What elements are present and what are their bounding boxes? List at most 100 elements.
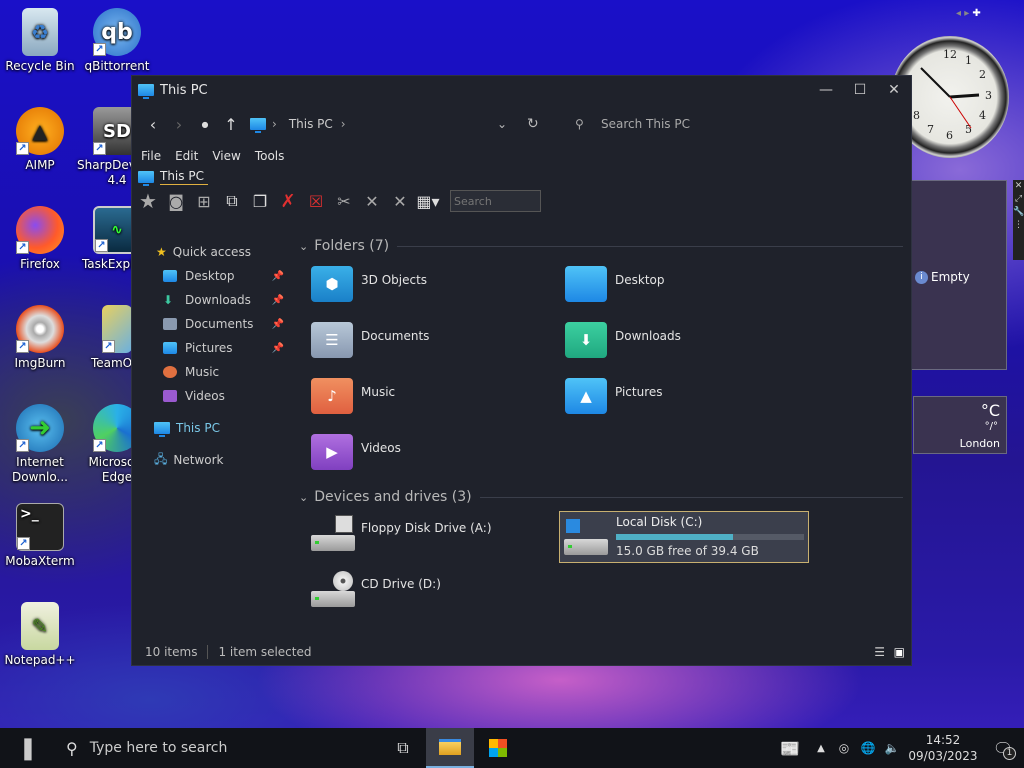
recycle-bin-icon: ♻ [22,8,58,56]
explorer-window[interactable]: This PC — ☐ ✕ ‹ › ● ↑ › This PC › ⌄ ↻ ⚲ … [131,75,912,666]
taskbar-time: 14:52 [925,733,961,747]
floppy-drive-icon [311,515,355,551]
delete-window-icon[interactable]: ☒ [304,190,328,212]
favorite-star-icon[interactable]: ★ [136,189,160,213]
menu-edit[interactable]: Edit [175,149,198,163]
taskbar-clock[interactable]: 14:52 09/03/2023 [904,728,982,768]
sidebar-item-pictures[interactable]: Pictures 📌 [132,336,292,360]
search-input[interactable]: Search This PC [601,117,690,131]
content-pane: ⌄ Folders (7) ⬢ 3D Objects Desktop ☰ Doc… [295,234,911,639]
pictures-icon [163,342,177,354]
shortcut-arrow-icon: ↗ [17,537,30,550]
remove-icon[interactable]: ✕ [388,190,412,212]
disk-icon[interactable]: ◙ [164,190,188,212]
chevron-down-icon[interactable]: ⌄ [497,117,507,131]
title-bar[interactable]: This PC — ☐ ✕ [132,76,911,104]
drive-floppy-a[interactable]: Floppy Disk Drive (A:) [311,515,492,551]
large-icons-view-icon[interactable]: ▣ [894,645,905,659]
taskbar: ❚ ⚲ Type here to search ⧉ 📰 ▲ ◎ 🌐 🔈 14:5… [0,728,1024,768]
menu-view[interactable]: View [212,149,240,163]
drive-local-c[interactable]: Local Disk (C:) 15.0 GB free of 39.4 GB [559,511,809,563]
minimize-button[interactable]: — [809,76,843,104]
weather-city: London [959,437,1000,450]
sidebar-quick-access[interactable]: ★ Quick access [132,240,292,264]
folders-group-header[interactable]: ⌄ Folders (7) [295,234,911,258]
sidebar-item-downloads[interactable]: ⬇ Downloads 📌 [132,288,292,312]
location-tab[interactable]: This PC [132,168,911,186]
refresh-icon[interactable]: ↻ [527,116,539,132]
taskbar-search[interactable]: ⚲ Type here to search [56,728,376,768]
task-view-icon: ⧉ [397,738,409,757]
status-bar: 10 items 1 item selected ☰ ▣ [132,639,911,665]
rename-icon[interactable]: ✕ [360,190,384,212]
view-options-icon[interactable]: ▦▾ [416,190,440,212]
forward-arrow-icon[interactable]: › [166,115,192,134]
desktop-icon-imgburn[interactable]: ↗ ImgBurn [0,305,80,371]
folder-documents[interactable]: ☰ Documents [311,322,551,366]
close-button[interactable]: ✕ [877,76,911,104]
desktop-icon-aimp[interactable]: ▲ ↗ AIMP [0,107,80,173]
navigation-pane: ★ Quick access Desktop 📌 ⬇ Downloads 📌 D… [132,240,292,639]
store-icon [489,739,507,757]
taskbar-store[interactable] [474,728,522,768]
pin-icon[interactable]: 📌 [272,319,284,330]
task-view-button[interactable]: ⧉ [380,728,426,768]
folder-music[interactable]: ♪ Music [311,378,551,422]
start-button[interactable]: ❚ [0,728,56,768]
tray-volume-muted-icon[interactable]: 🔈 [880,728,904,768]
folder-pictures[interactable]: ▲ Pictures [565,378,805,422]
sidebar-item-documents[interactable]: Documents 📌 [132,312,292,336]
windows-icon[interactable]: ⊞ [192,190,216,212]
local-disk-icon [564,519,608,555]
folder-desktop[interactable]: Desktop [565,266,805,310]
cd-drive-icon [311,571,355,607]
taskbar-file-explorer[interactable] [426,728,474,768]
chevron-down-icon: ⌄ [299,239,309,253]
menu-tools[interactable]: Tools [255,149,285,163]
gadget-nav-arrows[interactable]: ◂ ▸ ✚ [956,8,981,19]
sidebar-item-music[interactable]: Music [132,360,292,384]
sidebar-item-videos[interactable]: Videos [132,384,292,408]
teamo-icon: ↗ [102,305,132,353]
show-hidden-icons-button[interactable]: ▲ [810,728,832,768]
desktop-icon-internet-download[interactable]: ➜ ↗ Internet Downlo... [0,404,80,485]
tray-network-icon[interactable]: 🌐 [856,728,880,768]
up-arrow-icon[interactable]: ↑ [218,115,244,134]
feed-gadget[interactable]: i Empty [908,180,1007,370]
weather-gadget[interactable]: °C °/° London [913,396,1007,454]
notification-center-button[interactable]: 🗨 1 [982,728,1024,768]
status-item-count: 10 items [145,645,198,659]
folder-downloads[interactable]: ⬇ Downloads [565,322,805,366]
address-path[interactable]: This PC [289,117,333,131]
desktop-icon-notepadpp[interactable]: ✎ Notepad++ [0,602,80,668]
gadget-toolbar[interactable]: ✕ ⤢ 🔧 ⋮ [1013,180,1024,260]
recent-dot-icon[interactable]: ● [192,120,218,129]
folder-videos[interactable]: ▶ Videos [311,434,551,478]
details-view-icon[interactable]: ☰ [874,645,885,659]
sidebar-item-desktop[interactable]: Desktop 📌 [132,264,292,288]
this-pc-icon [154,422,170,437]
copy-icon[interactable]: ❐ [248,190,272,212]
sidebar-item-network[interactable]: 🖧 Network [132,448,292,472]
drive-cd-d[interactable]: CD Drive (D:) [311,571,441,607]
cut-icon[interactable]: ✂ [332,190,356,212]
desktop-icon-firefox[interactable]: ↗ Firefox [0,206,80,272]
tray-webcam-icon[interactable]: ◎ [832,728,856,768]
pin-icon[interactable]: 📌 [272,271,284,282]
desktop-icon-qbittorrent[interactable]: qb ↗ qBittorrent [77,8,157,74]
desktop-icon-mobaxterm[interactable]: >_ ↗ MobaXterm [0,503,80,569]
maximize-button[interactable]: ☐ [843,76,877,104]
pin-icon[interactable]: 📌 [272,343,284,354]
move-icon[interactable]: ⧉ [220,190,244,212]
folder-3d-objects[interactable]: ⬢ 3D Objects [311,266,551,310]
pin-icon[interactable]: 📌 [272,295,284,306]
back-arrow-icon[interactable]: ‹ [140,115,166,134]
videos-icon [163,390,177,402]
sidebar-item-this-pc[interactable]: This PC [132,416,292,440]
news-widget-button[interactable]: 📰 [770,728,810,768]
toolbar-search-input[interactable] [450,190,541,212]
delete-icon[interactable]: ✗ [276,190,300,212]
devices-group-header[interactable]: ⌄ Devices and drives (3) [295,485,911,509]
desktop-icon-recycle-bin[interactable]: ♻ Recycle Bin [0,8,80,74]
menu-file[interactable]: File [141,149,161,163]
